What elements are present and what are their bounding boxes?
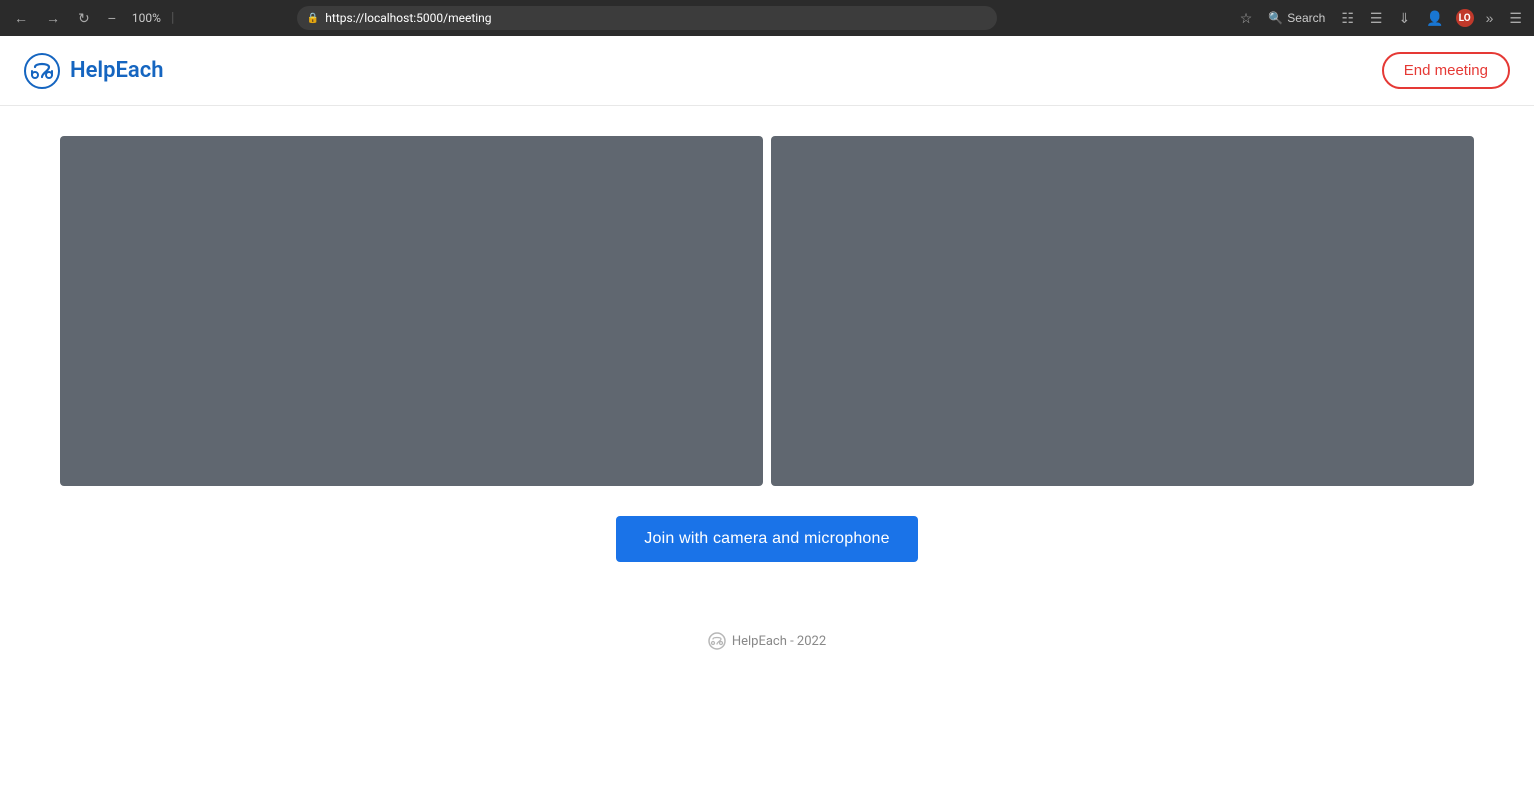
url-prefix: https:// (325, 11, 364, 25)
reload-button[interactable]: ↻ (72, 6, 96, 31)
user-avatar-badge[interactable]: LO (1456, 9, 1474, 27)
footer-logo-icon (708, 632, 726, 650)
video-panel-local (60, 136, 763, 486)
logo[interactable]: HelpEach (24, 53, 164, 89)
logo-text: HelpEach (70, 58, 164, 83)
video-panel-remote (771, 136, 1474, 486)
back-button[interactable]: ← (8, 6, 34, 30)
app-header: HelpEach End meeting (0, 36, 1534, 106)
minimize-button[interactable]: − (102, 6, 122, 30)
tab-view-icon[interactable]: ☷ (1337, 8, 1358, 29)
video-grid (60, 136, 1474, 486)
footer-text: HelpEach - 2022 (732, 634, 826, 649)
logo-each: Each (116, 58, 164, 83)
lock-icon: 🔒 (307, 13, 319, 24)
bookmark-icon[interactable]: ☆ (1236, 8, 1257, 29)
browser-right-icons: ☆ 🔍 Search ☷ ☰ ⇓ 👤 LO » ☰ (1236, 8, 1526, 29)
end-meeting-button[interactable]: End meeting (1382, 52, 1510, 89)
search-icon[interactable]: 🔍 Search (1264, 9, 1329, 27)
url-display: https://localhost:5000/meeting (325, 11, 491, 25)
bookmarks-icon[interactable]: ☰ (1366, 8, 1387, 29)
menu-icon[interactable]: ☰ (1505, 8, 1526, 29)
user-icon[interactable]: 👤 (1422, 8, 1447, 29)
main-content: Join with camera and microphone HelpEach… (0, 106, 1534, 680)
logo-help: Help (70, 58, 116, 83)
extensions-icon[interactable]: » (1482, 8, 1498, 28)
address-bar[interactable]: 🔒 https://localhost:5000/meeting (297, 6, 997, 30)
url-host: localhost (364, 11, 413, 25)
zoom-indicator: 100% (132, 11, 161, 25)
download-icon[interactable]: ⇓ (1394, 8, 1414, 29)
forward-button[interactable]: → (40, 6, 66, 30)
join-button[interactable]: Join with camera and microphone (616, 516, 917, 562)
zoom-level: 100% (132, 11, 161, 25)
zoom-separator: | (171, 10, 174, 26)
browser-chrome: ← → ↻ − 100% | 🔒 https://localhost:5000/… (0, 0, 1534, 36)
url-path: :5000/meeting (413, 11, 491, 25)
logo-icon (24, 53, 60, 89)
footer: HelpEach - 2022 (708, 632, 826, 650)
